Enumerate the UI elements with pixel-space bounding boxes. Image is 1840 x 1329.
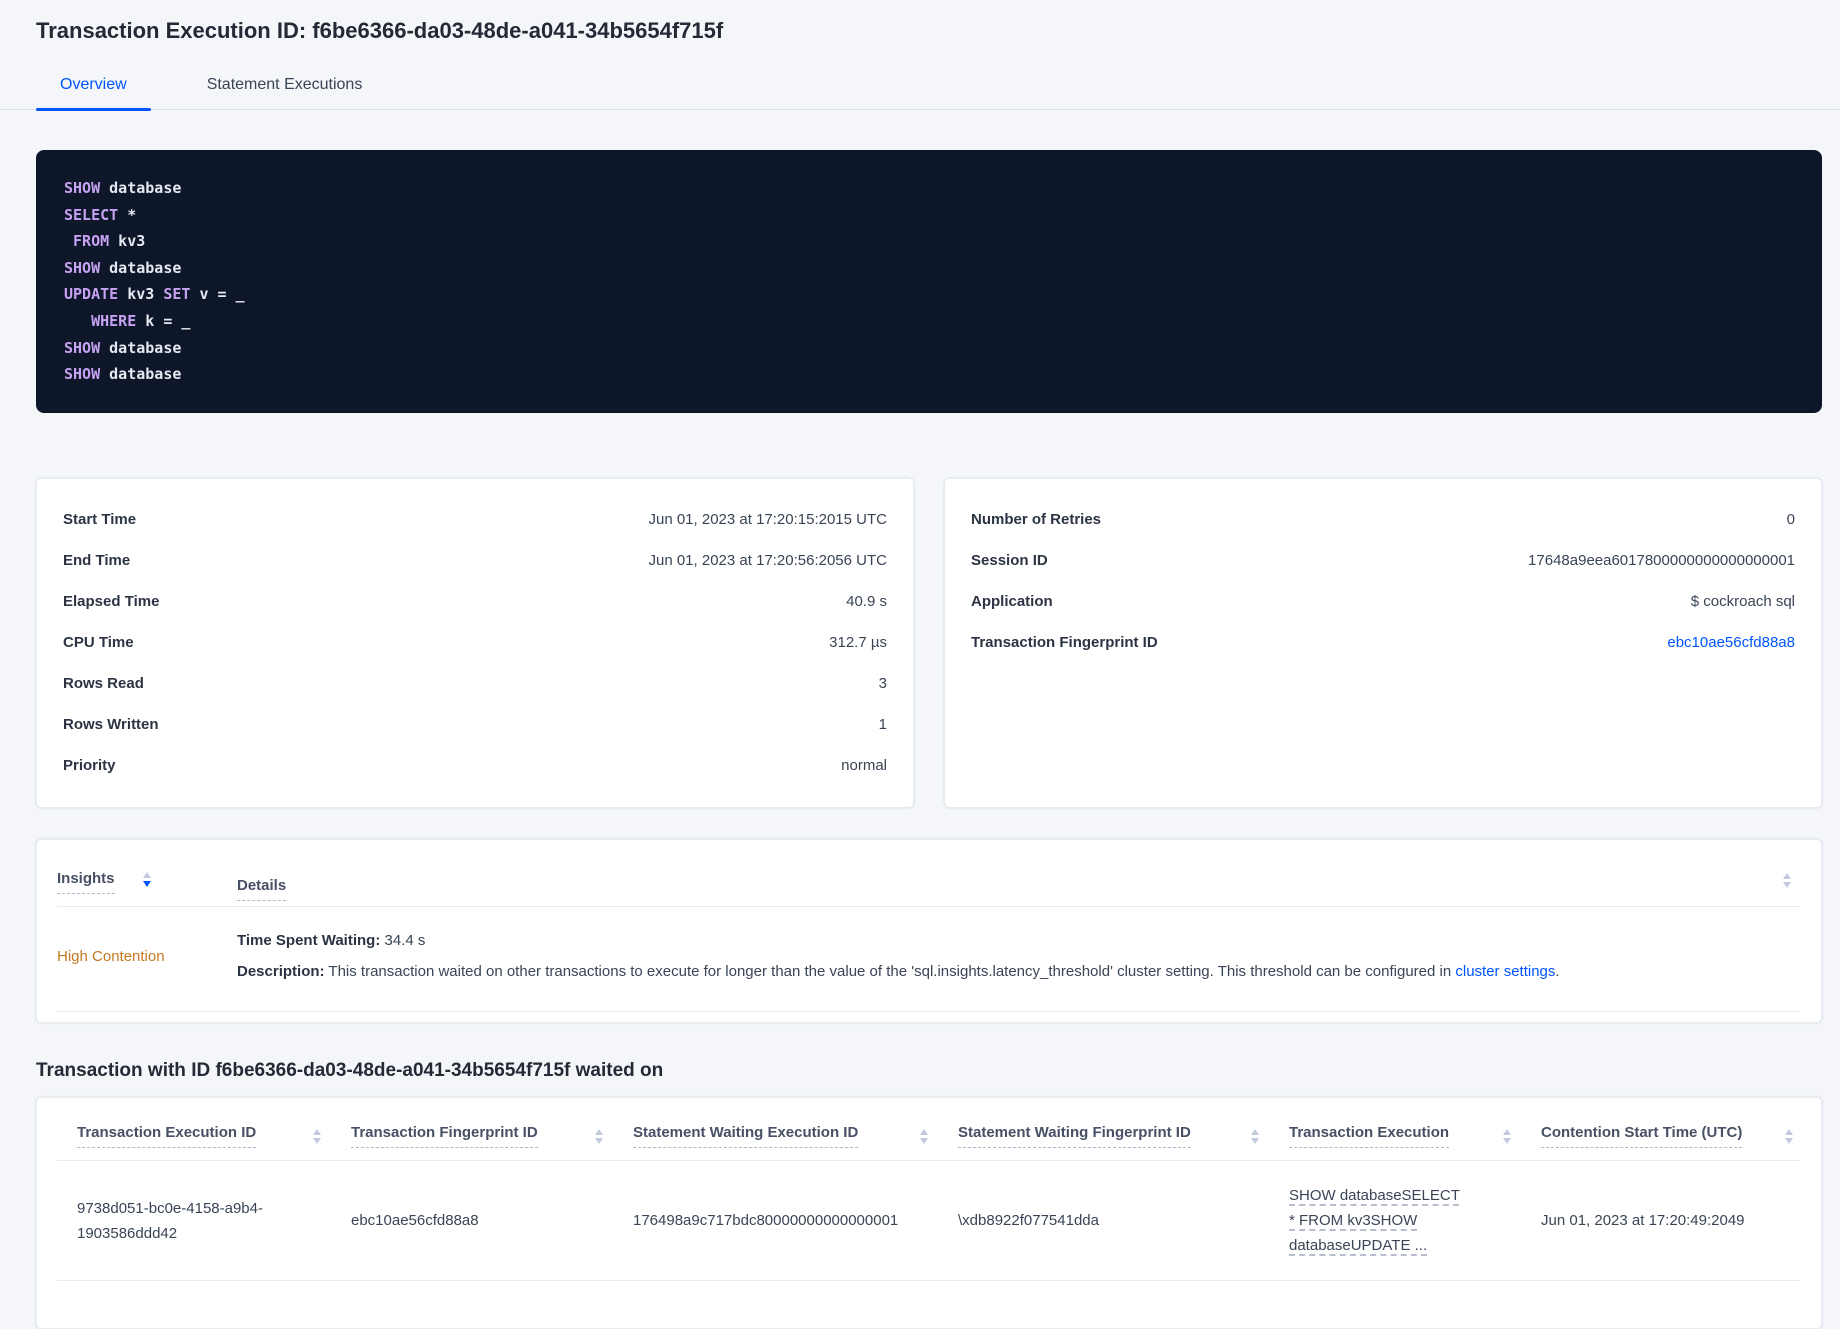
sort-icon[interactable] xyxy=(142,871,151,887)
page-title: Transaction Execution ID: f6be6366-da03-… xyxy=(36,18,724,43)
tab-overview[interactable]: Overview xyxy=(36,60,151,111)
sql-statements-box: SHOW database SELECT * FROM kv3 SHOW datab… xyxy=(36,150,1822,413)
sql-line: FROM kv3 xyxy=(73,232,146,251)
detail-row-priority: Priority normal xyxy=(63,757,887,774)
column-header-statement-waiting-execution-id[interactable]: Statement Waiting Execution ID xyxy=(633,1124,859,1148)
detail-row-cpu-time: CPU Time 312.7 µs xyxy=(63,634,887,651)
cell-contention-start-time: Jun 01, 2023 at 17:20:49:2049 xyxy=(1541,1212,1745,1229)
transaction-fingerprint-link[interactable]: ebc10ae56cfd88a8 xyxy=(1667,634,1795,651)
cluster-settings-link[interactable]: cluster settings xyxy=(1455,963,1555,980)
insights-table-header: Insights Details xyxy=(57,840,1801,907)
sql-line: SHOW database xyxy=(64,338,182,357)
transaction-details-card: Start Time Jun 01, 2023 at 17:20:15:2015… xyxy=(36,478,914,808)
table-row: 9738d051-bc0e-4158-a9b4-1903586ddd42 ebc… xyxy=(57,1161,1801,1281)
waited-on-heading: Transaction with ID f6be6366-da03-48de-a… xyxy=(36,1060,664,1081)
sort-icon[interactable] xyxy=(595,1128,603,1144)
detail-row-rows-read: Rows Read 3 xyxy=(63,675,887,692)
sort-icon[interactable] xyxy=(313,1128,321,1144)
column-header-transaction-fingerprint-id[interactable]: Transaction Fingerprint ID xyxy=(351,1124,538,1148)
column-header-details[interactable]: Details xyxy=(237,877,287,901)
transaction-execution-link[interactable]: SHOW databaseSELECT * FROM kv3SHOW datab… xyxy=(1289,1183,1467,1258)
detail-row-retries: Number of Retries 0 xyxy=(971,511,1795,528)
sort-icon[interactable] xyxy=(1783,873,1791,888)
sort-icon[interactable] xyxy=(1503,1128,1511,1144)
insights-table-card: Insights Details High Contention Time Sp… xyxy=(36,839,1822,1023)
sql-line: SELECT * xyxy=(64,205,137,224)
insight-description: Description: This transaction waited on … xyxy=(237,963,1560,980)
detail-row-session-id: Session ID 17648a9eea6017800000000000000… xyxy=(971,552,1795,569)
detail-row-end-time: End Time Jun 01, 2023 at 17:20:56:2056 U… xyxy=(63,552,887,569)
insight-type-badge: High Contention xyxy=(57,947,165,965)
waited-on-table-card: Transaction Execution ID Transaction Fin… xyxy=(36,1097,1822,1329)
sql-line: SHOW database xyxy=(64,179,182,197)
tab-bar: Overview Statement Executions xyxy=(0,60,1840,111)
detail-row-start-time: Start Time Jun 01, 2023 at 17:20:15:2015… xyxy=(63,511,887,528)
cell-transaction-fingerprint-id: ebc10ae56cfd88a8 xyxy=(351,1212,479,1229)
cell-statement-waiting-fingerprint-id: \xdb8922f077541dda xyxy=(958,1212,1099,1229)
detail-row-elapsed-time: Elapsed Time 40.9 s xyxy=(63,593,887,610)
waited-on-table-header: Transaction Execution ID Transaction Fin… xyxy=(57,1098,1801,1161)
tab-statement-executions[interactable]: Statement Executions xyxy=(183,60,387,109)
detail-row-txn-fingerprint-id: Transaction Fingerprint ID ebc10ae56cfd8… xyxy=(971,634,1795,651)
column-header-contention-start-time[interactable]: Contention Start Time (UTC) xyxy=(1541,1124,1743,1148)
sql-line: SHOW database xyxy=(64,365,182,384)
session-details-card: Number of Retries 0 Session ID 17648a9ee… xyxy=(944,478,1822,808)
cell-transaction-execution-id: 9738d051-bc0e-4158-a9b4-1903586ddd42 xyxy=(77,1199,263,1242)
detail-row-application: Application $ cockroach sql xyxy=(971,593,1795,610)
column-header-transaction-execution[interactable]: Transaction Execution xyxy=(1289,1124,1450,1148)
column-header-transaction-execution-id[interactable]: Transaction Execution ID xyxy=(77,1124,257,1148)
time-spent-waiting: Time Spent Waiting: 34.4 s xyxy=(237,932,426,949)
insight-details: Time Spent Waiting: 34.4 s Description: … xyxy=(237,925,1801,987)
sort-icon[interactable] xyxy=(1785,1128,1793,1144)
sort-icon[interactable] xyxy=(920,1128,928,1144)
insight-row: High Contention Time Spent Waiting: 34.4… xyxy=(57,907,1801,1012)
detail-row-rows-written: Rows Written 1 xyxy=(63,716,887,733)
sql-line: SHOW database xyxy=(64,258,182,277)
sql-line: UPDATE kv3 SET v = _ xyxy=(64,285,245,304)
cell-statement-waiting-execution-id: 176498a9c717bdc80000000000000001 xyxy=(633,1212,899,1229)
column-header-insights[interactable]: Insights xyxy=(57,870,115,894)
cell-transaction-execution: SHOW databaseSELECT * FROM kv3SHOW datab… xyxy=(1269,1183,1521,1258)
column-header-statement-waiting-fingerprint-id[interactable]: Statement Waiting Fingerprint ID xyxy=(958,1124,1191,1148)
sql-line: WHERE k = _ xyxy=(91,311,191,330)
sort-icon[interactable] xyxy=(1251,1128,1259,1144)
